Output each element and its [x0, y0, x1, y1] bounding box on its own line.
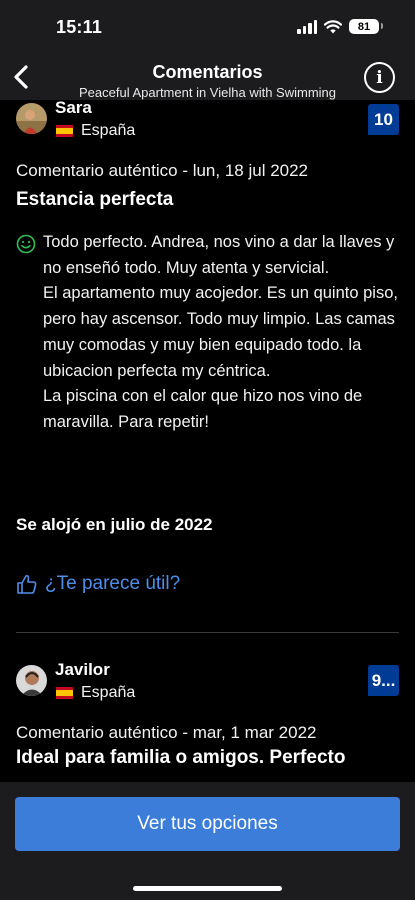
- review-meta: Comentario auténtico - mar, 1 mar 2022: [16, 723, 317, 742]
- page-title: Comentarios: [152, 62, 263, 82]
- status-time: 15:11: [56, 17, 103, 37]
- reviewer-country: España: [56, 684, 135, 702]
- country-label: España: [81, 684, 136, 701]
- bottom-bar: Ver tus opciones: [0, 782, 415, 900]
- reviewer-name: Sara: [55, 98, 92, 117]
- score-badge: 10: [368, 104, 399, 135]
- review-headline: Ideal para familia o amigos. Perfecto: [16, 747, 346, 768]
- reviewer-country: España: [56, 122, 135, 140]
- home-indicator[interactable]: [133, 886, 282, 891]
- wifi-icon: [324, 19, 342, 33]
- helpful-label: ¿Te parece útil?: [45, 573, 181, 594]
- battery-icon: 81: [349, 19, 383, 34]
- divider: [16, 632, 399, 633]
- helpful-button[interactable]: ¿Te parece útil?: [16, 573, 180, 595]
- spain-flag-icon: [56, 125, 73, 137]
- top-bar: 15:11 81 Comentarios Peaceful Apartment …: [0, 0, 415, 100]
- country-label: España: [81, 122, 136, 139]
- score-badge: 9...: [368, 665, 399, 696]
- info-icon[interactable]: i: [364, 62, 395, 93]
- avatar: [16, 665, 47, 696]
- cellular-signal-icon: [297, 19, 317, 34]
- smiley-positive-icon: [16, 234, 36, 254]
- spain-flag-icon: [56, 687, 73, 699]
- review-body-positive: Todo perfecto. Andrea, nos vino a dar la…: [43, 233, 398, 431]
- status-icons: 81: [297, 19, 383, 34]
- review-headline: Estancia perfecta: [16, 189, 174, 210]
- stay-date: Se alojó en julio de 2022: [16, 515, 213, 534]
- reviewer-name: Javilor: [55, 660, 110, 679]
- view-options-button[interactable]: Ver tus opciones: [15, 797, 400, 851]
- avatar: [16, 103, 47, 134]
- thumbs-up-icon: [17, 574, 37, 594]
- review-meta: Comentario auténtico - lun, 18 jul 2022: [16, 161, 309, 180]
